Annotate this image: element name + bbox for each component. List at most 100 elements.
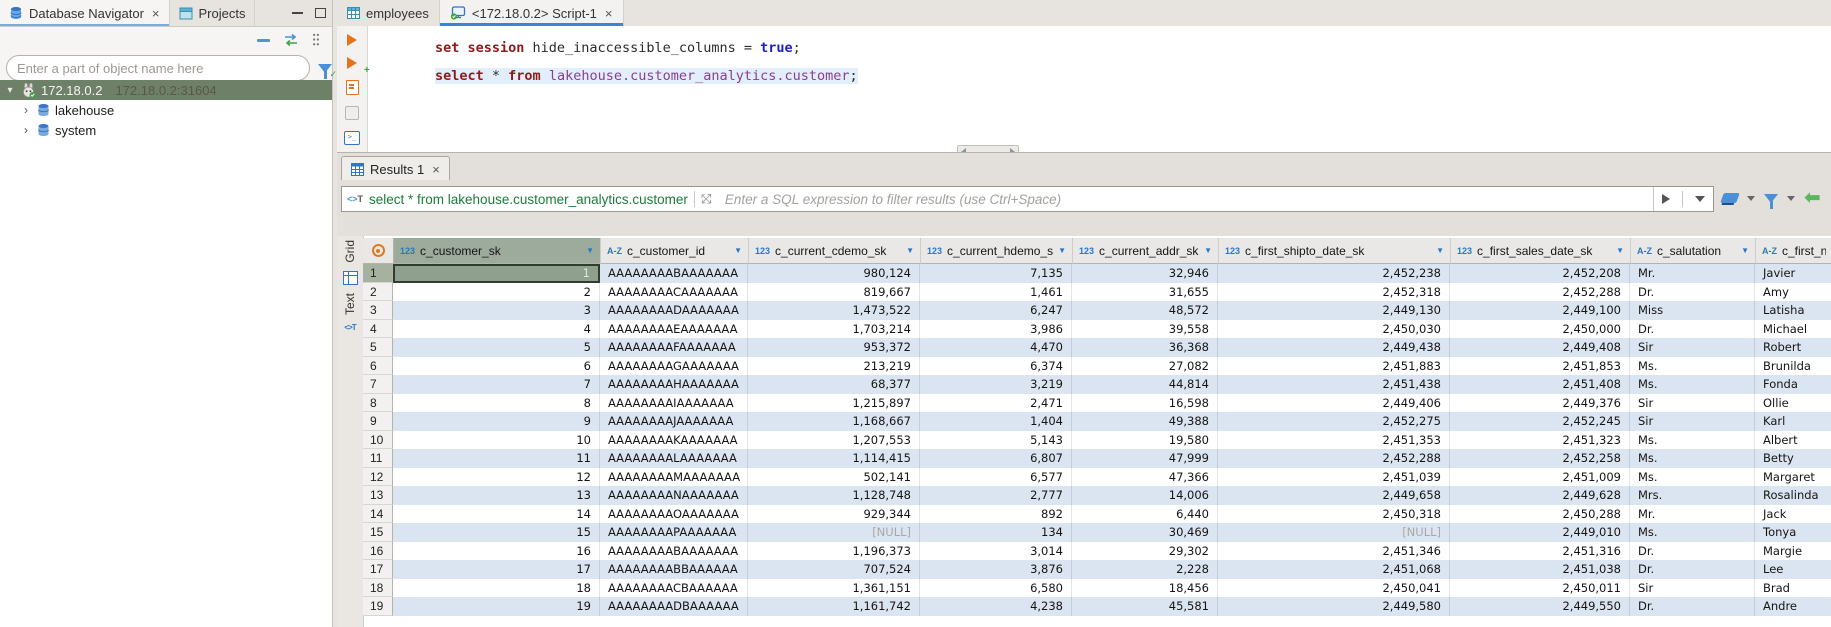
grid-cell[interactable]: 8 [393,394,600,413]
grid-cell[interactable]: 2,449,408 [1450,338,1630,357]
grid-cell[interactable]: Ms. [1630,357,1755,376]
grid-cell[interactable]: Miss [1630,301,1755,320]
row-number-cell[interactable]: 4 [363,320,393,339]
grid-cell[interactable]: 2,449,580 [1218,597,1450,616]
row-number-cell[interactable]: 15 [363,523,393,542]
row-number-cell[interactable]: 6 [363,357,393,376]
grid-cell[interactable]: Ms. [1630,523,1755,542]
close-icon[interactable]: × [432,162,440,177]
grid-cell[interactable]: Tonya [1755,523,1831,542]
grid-cell[interactable]: AAAAAAAAGAAAAAAA [600,357,748,376]
grid-cell[interactable]: AAAAAAAAOAAAAAAA [600,505,748,524]
grid-cell[interactable]: 213,219 [748,357,920,376]
grid-cell[interactable]: AAAAAAAAJAAAAAAA [600,412,748,431]
grid-cell[interactable]: 29,302 [1072,542,1218,561]
grid-cell[interactable]: 17 [393,560,600,579]
grid-cell[interactable]: 2,450,288 [1450,505,1630,524]
grid-cell[interactable]: 48,572 [1072,301,1218,320]
row-number-cell[interactable]: 2 [363,283,393,302]
clear-filter-icon[interactable] [1720,193,1740,203]
grid-cell[interactable]: 3,876 [920,560,1072,579]
text-presentation-icon[interactable]: <>T [344,323,355,332]
grid-cell[interactable]: 6,440 [1072,505,1218,524]
close-icon[interactable]: × [152,6,160,21]
view-menu-icon[interactable] [312,33,320,47]
grid-cell[interactable]: 68,377 [748,375,920,394]
row-number-cell[interactable]: 10 [363,431,393,450]
grid-cell[interactable]: 1 [393,264,600,283]
grid-cell[interactable]: 1,215,897 [748,394,920,413]
grid-cell[interactable]: Betty [1755,449,1831,468]
grid-cell[interactable]: 4 [393,320,600,339]
grid-cell[interactable]: 14 [393,505,600,524]
grid-cell[interactable]: 929,344 [748,505,920,524]
grid-cell[interactable]: 2,451,353 [1218,431,1450,450]
grid-cell[interactable]: 502,141 [748,468,920,487]
row-number-cell[interactable]: 13 [363,486,393,505]
grid-cell[interactable]: AAAAAAAAIAAAAAAA [600,394,748,413]
grid-cell[interactable]: Dr. [1630,320,1755,339]
grid-cell[interactable]: 2,452,275 [1218,412,1450,431]
grid-header-cell[interactable]: 123c_current_addr_sk▼ [1073,238,1219,264]
grid-cell[interactable]: Ms. [1630,468,1755,487]
grid-cell[interactable]: 12 [393,468,600,487]
grid-cell[interactable]: 2,452,288 [1450,283,1630,302]
grid-cell[interactable]: Michael [1755,320,1831,339]
grid-cell[interactable]: 2,452,288 [1218,449,1450,468]
grid-cell[interactable]: 1,404 [920,412,1072,431]
column-menu-icon[interactable]: ▼ [1741,246,1749,255]
row-number-cell[interactable]: 5 [363,338,393,357]
grid-cell[interactable]: 10 [393,431,600,450]
grid-header-cell[interactable]: A-Zc_first_name▼ [1756,238,1831,264]
row-number-cell[interactable]: 9 [363,412,393,431]
grid-cell[interactable]: 2,450,011 [1450,579,1630,598]
grid-cell[interactable]: 6,247 [920,301,1072,320]
grid-header-cell[interactable]: A-Zc_customer_id▼ [601,238,749,264]
execute-script-button[interactable] [346,80,359,95]
grid-cell[interactable]: 2,450,318 [1218,505,1450,524]
grid-cell[interactable]: 47,366 [1072,468,1218,487]
tab-grid[interactable]: Grid [343,240,357,263]
grid-cell[interactable]: 6,580 [920,579,1072,598]
tab-projects[interactable]: Projects [170,0,256,26]
grid-cell[interactable]: AAAAAAAALAAAAAAA [600,449,748,468]
grid-cell[interactable]: 2,451,039 [1218,468,1450,487]
chevron-down-icon[interactable] [1787,196,1795,201]
grid-cell[interactable]: Sir [1630,579,1755,598]
grid-cell[interactable]: Jack [1755,505,1831,524]
grid-cell[interactable]: AAAAAAAADBAAAAAA [600,597,748,616]
grid-cell[interactable]: 7 [393,375,600,394]
close-icon[interactable]: × [605,6,613,21]
row-number-cell[interactable]: 17 [363,560,393,579]
grid-cell[interactable]: 2,451,883 [1218,357,1450,376]
grid-cell[interactable]: 1,128,748 [748,486,920,505]
grid-cell[interactable]: 16 [393,542,600,561]
grid-corner-cell[interactable] [363,238,394,264]
minimize-icon[interactable] [292,12,303,14]
grid-cell[interactable]: 11 [393,449,600,468]
grid-cell[interactable]: 2,451,346 [1218,542,1450,561]
navigator-filter-icon[interactable]: ✓ [318,64,332,73]
collapse-all-icon[interactable] [257,39,270,42]
grid-cell[interactable]: 2,228 [1072,560,1218,579]
expander-icon[interactable]: ▾ [4,85,16,96]
filter-input[interactable]: <>T select * from lakehouse.customer_ana… [341,186,1714,212]
grid-cell[interactable]: Andre [1755,597,1831,616]
grid-cell[interactable]: Ms. [1630,431,1755,450]
grid-cell[interactable]: Sir [1630,394,1755,413]
row-number-cell[interactable]: 7 [363,375,393,394]
row-number-cell[interactable]: 16 [363,542,393,561]
grid-cell[interactable]: AAAAAAAAKAAAAAAA [600,431,748,450]
grid-cell[interactable]: 2,471 [920,394,1072,413]
grid-cell[interactable]: 19,580 [1072,431,1218,450]
grid-cell[interactable]: 13 [393,486,600,505]
grid-cell[interactable]: AAAAAAAABAAAAAAA [600,542,748,561]
grid-cell[interactable]: 2,449,438 [1218,338,1450,357]
grid-cell[interactable]: Dr. [1630,597,1755,616]
grid-cell[interactable]: 32,946 [1072,264,1218,283]
grid-cell[interactable]: 1,703,214 [748,320,920,339]
tree-item-system[interactable]: › system [0,120,332,140]
grid-cell[interactable]: 30,469 [1072,523,1218,542]
grid-cell[interactable]: 2,449,550 [1450,597,1630,616]
grid-cell[interactable]: 2,449,406 [1218,394,1450,413]
